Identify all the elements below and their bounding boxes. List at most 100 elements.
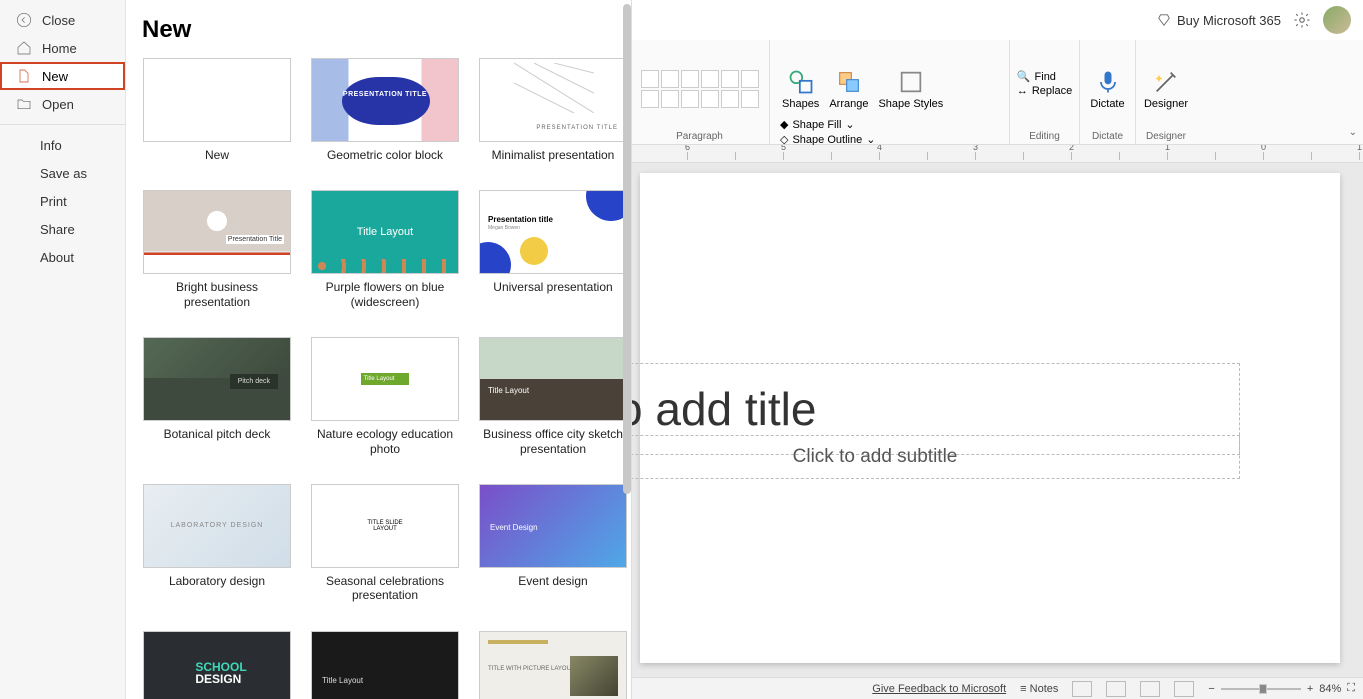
align-left-button[interactable] [641,90,659,108]
template-laboratory[interactable]: LABORATORY DESIGN Laboratory design [142,484,292,603]
slide[interactable]: lick to add title Click to add subtitle [640,173,1340,663]
reading-view-button[interactable] [1140,681,1160,697]
template-thumb [143,58,291,142]
find-button[interactable]: 🔍Find [1017,70,1072,83]
slide-sorter-view-button[interactable] [1106,681,1126,697]
back-arrow-icon [16,12,32,28]
designer-group-label: Designer [1146,129,1186,142]
sidebar-item-print[interactable]: Print [0,187,125,215]
notes-label: Notes [1030,683,1059,695]
line-spacing-button[interactable] [721,70,739,88]
sidebar-item-close[interactable]: Close [0,6,125,34]
shapes-button[interactable]: Shapes [780,66,821,112]
thumb-title: Title Layout [361,373,410,385]
backstage-panel: Close Home New Open Info Save as Print S… [0,0,632,699]
find-icon: 🔍 [1017,70,1031,83]
dictate-label: Dictate [1090,98,1124,110]
template-universal[interactable]: Presentation titleMegan Bowen Universal … [478,190,628,309]
about-label: About [40,250,74,265]
template-event[interactable]: Event Design Event design [478,484,628,603]
microphone-icon [1094,68,1122,96]
sidebar-item-share[interactable]: Share [0,215,125,243]
zoom-slider[interactable] [1221,688,1301,690]
shape-styles-icon [897,68,925,96]
bullets-button[interactable] [641,70,659,88]
premium-diamond-icon [1157,13,1171,27]
sidebar-item-home[interactable]: Home [0,34,125,62]
shape-fill-button[interactable]: ◆Shape Fill⌄ [780,118,875,131]
indent-decrease-button[interactable] [681,70,699,88]
template-bright-business[interactable]: Presentation Title Bright business prese… [142,190,292,309]
feedback-link[interactable]: Give Feedback to Microsoft [872,683,1006,695]
template-thumb: Presentation Title [143,190,291,274]
template-purple-flowers[interactable]: Title Layout Purple flowers on blue (wid… [310,190,460,309]
magic-wand-icon [1152,68,1180,96]
template-thumb: LABORATORY DESIGN [143,484,291,568]
settings-gear-icon[interactable] [1293,11,1311,29]
dictate-button[interactable]: Dictate [1088,66,1126,112]
thumb-title: Title Layout [488,386,529,395]
notes-button[interactable]: ≡ Notes [1020,683,1058,695]
templates-panel: New New PRESENTATION TITLE Geometric col… [126,0,631,699]
zoom-level[interactable]: 84% [1319,683,1341,695]
template-botanical[interactable]: Pitch deck Botanical pitch deck [142,337,292,456]
sidebar-item-new[interactable]: New [0,62,125,90]
thumb-subtitle: DESIGN [195,673,246,685]
slide-canvas[interactable]: lick to add title Click to add subtitle [630,163,1363,677]
template-thumb: PRESENTATION TITLE [479,58,627,142]
sidebar-item-about[interactable]: About [0,243,125,271]
shape-styles-button[interactable]: Shape Styles [876,66,945,112]
thumb-title: TITLE WITH PICTURE LAYOUT [488,666,575,672]
replace-label: Replace [1032,85,1072,97]
template-school[interactable]: SCHOOLDESIGN School design [142,631,292,699]
ribbon-expand-button[interactable]: ⌄ [1349,127,1357,138]
align-text-button[interactable] [741,90,759,108]
align-right-button[interactable] [681,90,699,108]
template-thumb: Title Layout [311,190,459,274]
shapes-label: Shapes [782,98,819,110]
sidebar-item-open[interactable]: Open [0,90,125,118]
new-heading: New [142,16,623,44]
columns-button[interactable] [721,90,739,108]
thumb-title: Title Layout [322,676,363,685]
thumb-subtitle: Megan Bowen [488,225,520,231]
template-thumb: Title Layout [311,337,459,421]
replace-button[interactable]: ↔Replace [1017,85,1072,97]
numbering-button[interactable] [661,70,679,88]
template-chalkboard[interactable]: Title Layout Chalkboard education [310,631,460,699]
shape-fill-label: Shape Fill [792,119,841,131]
arrange-button[interactable]: Arrange [827,66,870,112]
template-academic[interactable]: TITLE WITH PICTURE LAYOUT Academic [478,631,628,699]
slideshow-view-button[interactable] [1174,681,1194,697]
editing-group-label: Editing [1029,129,1060,142]
zoom-out-button[interactable]: − [1208,683,1214,695]
normal-view-button[interactable] [1072,681,1092,697]
template-nature-ecology[interactable]: Title Layout Nature ecology education ph… [310,337,460,456]
ribbon: Paragraph Shapes Arrange Shape Styles ◆S… [630,40,1363,145]
templates-scrollbar[interactable] [623,4,631,494]
justify-button[interactable] [701,90,719,108]
home-label: Home [42,41,77,56]
template-minimalist[interactable]: PRESENTATION TITLE Minimalist presentati… [478,58,628,162]
indent-increase-button[interactable] [701,70,719,88]
thumb-title: Presentation title [488,215,553,224]
sidebar-item-info[interactable]: Info [0,131,125,159]
template-thumb: PRESENTATION TITLE [311,58,459,142]
thumb-title: PRESENTATION TITLE [312,91,458,98]
fit-to-window-button[interactable]: ⛶ [1347,682,1355,695]
text-direction-button[interactable] [741,70,759,88]
template-thumb: TITLE WITH PICTURE LAYOUT [479,631,627,699]
template-geometric[interactable]: PRESENTATION TITLE Geometric color block [310,58,460,162]
thumb-title: SCHOOL [195,661,246,673]
template-label: Universal presentation [493,280,612,294]
template-blank[interactable]: New [142,58,292,162]
buy-microsoft-365-button[interactable]: Buy Microsoft 365 [1157,13,1281,28]
template-label: Business office city sketch presentation [479,427,627,456]
template-business-office[interactable]: Title Layout Business office city sketch… [478,337,628,456]
user-avatar[interactable] [1323,6,1351,34]
designer-button[interactable]: Designer [1142,66,1190,112]
align-center-button[interactable] [661,90,679,108]
template-seasonal[interactable]: TITLE SLIDE LAYOUT Seasonal celebrations… [310,484,460,603]
sidebar-item-saveas[interactable]: Save as [0,159,125,187]
zoom-in-button[interactable]: + [1307,683,1313,695]
